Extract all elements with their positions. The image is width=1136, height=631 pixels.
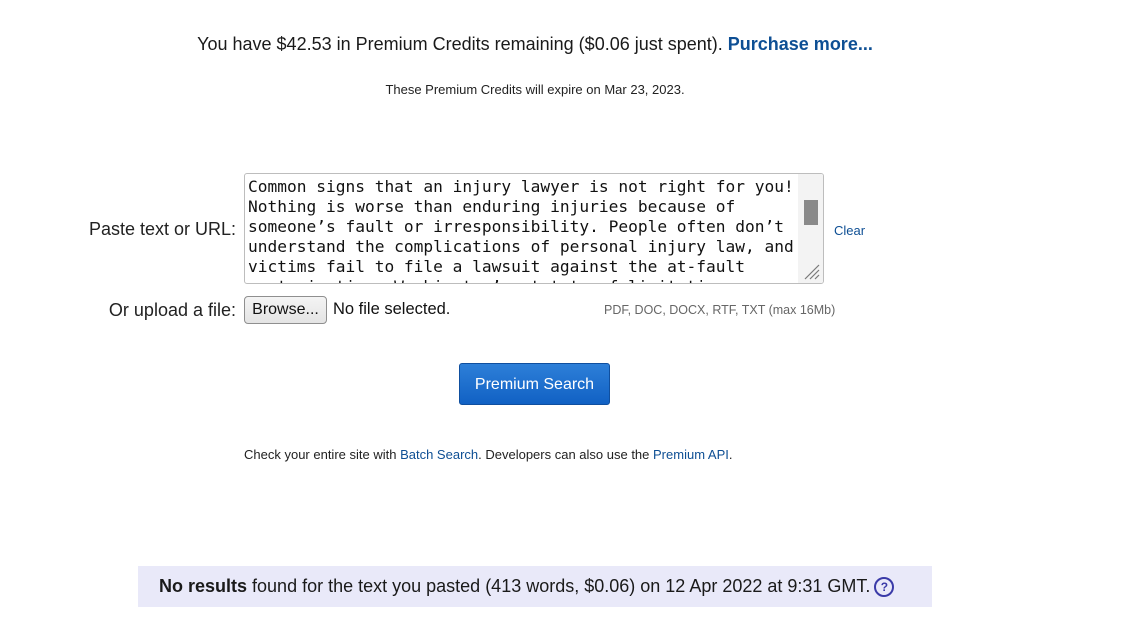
file-types-hint: PDF, DOC, DOCX, RTF, TXT (max 16Mb) [604, 303, 836, 317]
results-banner: No results found for the text you pasted… [138, 566, 932, 607]
paste-text-label: Paste text or URL: [88, 219, 236, 239]
scrollbar-thumb[interactable] [804, 200, 818, 225]
purchase-more-link[interactable]: Purchase more... [728, 34, 873, 54]
premium-search-button[interactable]: Premium Search [459, 363, 610, 405]
no-file-selected-text: No file selected. [333, 300, 451, 318]
paste-text-area[interactable]: Common signs that an injury lawyer is no… [244, 173, 824, 284]
results-bold: No results [159, 576, 248, 596]
clear-link[interactable]: Clear [834, 223, 865, 238]
credits-text: You have $42.53 in Premium Credits remai… [197, 34, 728, 54]
premium-api-link[interactable]: Premium API [653, 447, 729, 462]
batch-search-note: Check your entire site with Batch Search… [244, 447, 733, 462]
batch-prefix: Check your entire site with [244, 447, 401, 462]
credits-expire-text: These Premium Credits will expire on Mar… [385, 82, 685, 97]
question-circle-icon[interactable]: ? [874, 577, 895, 597]
batch-search-link[interactable]: Batch Search [400, 447, 478, 462]
resize-grip-icon[interactable] [801, 261, 821, 281]
batch-suffix: . [728, 447, 733, 462]
batch-middle: . Developers can also use the [478, 447, 654, 462]
paste-text-content[interactable]: Common signs that an injury lawyer is no… [248, 177, 803, 283]
results-text: found for the text you pasted (413 words… [247, 576, 871, 596]
browse-button[interactable]: Browse... [244, 296, 327, 324]
credits-status: You have $42.53 in Premium Credits remai… [0, 34, 1070, 55]
upload-file-label: Or upload a file: [108, 300, 236, 320]
